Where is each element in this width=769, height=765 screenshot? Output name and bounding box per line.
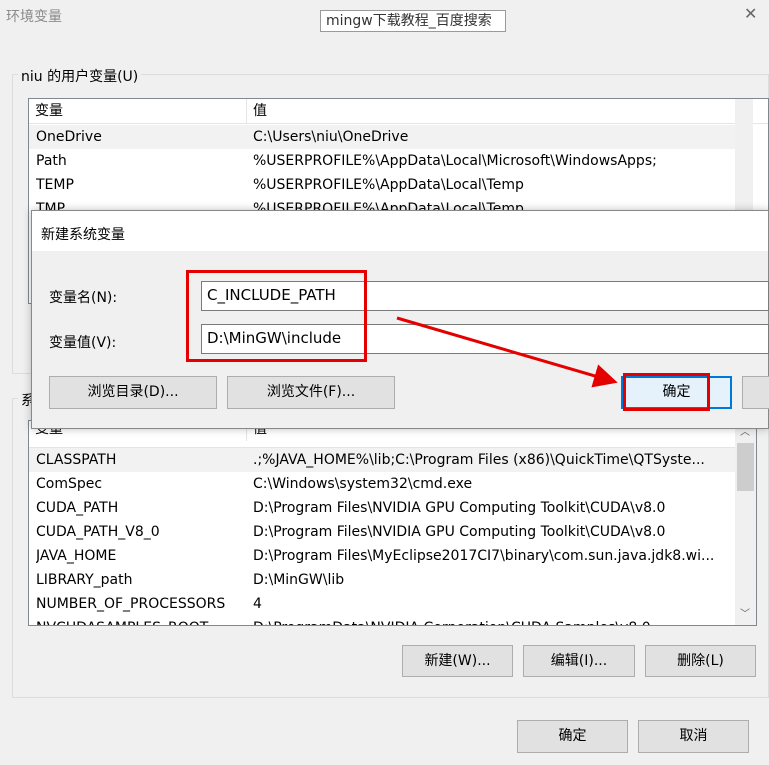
new-system-variable-dialog: 新建系统变量 变量名(N): C_INCLUDE_PATH 变量值(V): D:… (31, 210, 769, 429)
table-row[interactable]: CUDA_PATH D:\Program Files\NVIDIA GPU Co… (29, 496, 735, 520)
scroll-thumb[interactable] (737, 443, 754, 491)
var-name: OneDrive (36, 129, 102, 145)
variable-name-label: 变量名(N): (49, 290, 118, 306)
var-name: CUDA_PATH (36, 500, 119, 516)
user-vars-group-label: niu 的用户变量(U) (18, 66, 142, 86)
table-row[interactable]: Path %USERPROFILE%\AppData\Local\Microso… (29, 149, 735, 173)
var-value: D:\Program Files\NVIDIA GPU Computing To… (253, 500, 666, 516)
var-value: %USERPROFILE%\AppData\Local\Temp (253, 177, 524, 193)
var-name: JAVA_HOME (36, 548, 117, 564)
table-row[interactable]: NUMBER_OF_PROCESSORS 4 (29, 592, 735, 616)
window-title: 环境变量 (6, 9, 62, 25)
var-value: D:\Program Files\MyEclipse2017CI7\binary… (253, 548, 715, 564)
sys-delete-button[interactable]: 删除(L) (645, 645, 756, 677)
browse-file-button[interactable]: 浏览文件(F)... (227, 376, 395, 409)
table-row[interactable]: TEMP %USERPROFILE%\AppData\Local\Temp (29, 173, 735, 197)
variable-value-label: 变量值(V): (49, 335, 117, 351)
var-value: C:\Users\niu\OneDrive (253, 129, 409, 145)
main-ok-button[interactable]: 确定 (517, 720, 628, 753)
var-name: ComSpec (36, 476, 103, 492)
dialog-ok-button[interactable]: 确定 (621, 376, 732, 409)
dialog-cancel-button[interactable] (742, 376, 769, 409)
var-value: C:\Windows\system32\cmd.exe (253, 476, 473, 492)
table-row[interactable]: CLASSPATH .;%JAVA_HOME%\lib;C:\Program F… (29, 448, 735, 472)
table-row[interactable]: NVCUDASAMPLES_ROOT D:\ProgramData\NVIDIA… (29, 616, 735, 625)
table-row[interactable]: JAVA_HOME D:\Program Files\MyEclipse2017… (29, 544, 735, 568)
var-name: Path (36, 153, 67, 169)
table-row[interactable]: LIBRARY_path D:\MinGW\lib (29, 568, 735, 592)
var-value: D:\ProgramData\NVIDIA Corporation\CUDA S… (253, 616, 733, 625)
tooltip: mingw下载教程_百度搜索 (320, 10, 506, 32)
sys-edit-button[interactable]: 编辑(I)... (523, 645, 635, 677)
column-header-value[interactable]: 值 (247, 99, 737, 123)
var-name: CLASSPATH (36, 452, 117, 468)
var-value: D:\Program Files\NVIDIA GPU Computing To… (253, 524, 666, 540)
sys-vars-list[interactable]: 变量 值 CLASSPATH .;%JAVA_HOME%\lib;C:\Prog… (28, 420, 757, 626)
variable-value-input[interactable]: D:\MinGW\include (201, 324, 769, 354)
var-value: .;%JAVA_HOME%\lib;C:\Program Files (x86)… (253, 452, 705, 468)
var-name: LIBRARY_path (36, 572, 133, 588)
sys-new-button[interactable]: 新建(W)... (402, 645, 513, 677)
main-cancel-button[interactable]: 取消 (638, 720, 749, 753)
browse-directory-button[interactable]: 浏览目录(D)... (49, 376, 217, 409)
scroll-down-icon[interactable]: ﹀ (737, 605, 753, 620)
dialog-title: 新建系统变量 (41, 227, 125, 243)
table-row[interactable]: OneDrive C:\Users\niu\OneDrive (29, 125, 735, 149)
var-value: 4 (253, 596, 262, 612)
var-name: NUMBER_OF_PROCESSORS (36, 596, 226, 612)
table-row[interactable]: CUDA_PATH_V8_0 D:\Program Files\NVIDIA G… (29, 520, 735, 544)
var-name: NVCUDASAMPLES_ROOT (36, 616, 246, 625)
var-name: TEMP (36, 177, 74, 193)
var-value: D:\MinGW\lib (253, 572, 345, 588)
column-header-name[interactable]: 变量 (29, 99, 247, 123)
dialog-titlebar[interactable] (32, 211, 768, 251)
variable-name-input[interactable]: C_INCLUDE_PATH (201, 281, 769, 311)
sys-vars-scrollbar[interactable]: ︿ ﹀ (735, 421, 756, 625)
var-name: CUDA_PATH_V8_0 (36, 524, 160, 540)
table-row[interactable]: ComSpec C:\Windows\system32\cmd.exe (29, 472, 735, 496)
var-value: %USERPROFILE%\AppData\Local\Microsoft\Wi… (253, 153, 657, 169)
user-vars-header: 变量 值 (29, 99, 768, 124)
close-icon[interactable]: ✕ (744, 4, 757, 23)
